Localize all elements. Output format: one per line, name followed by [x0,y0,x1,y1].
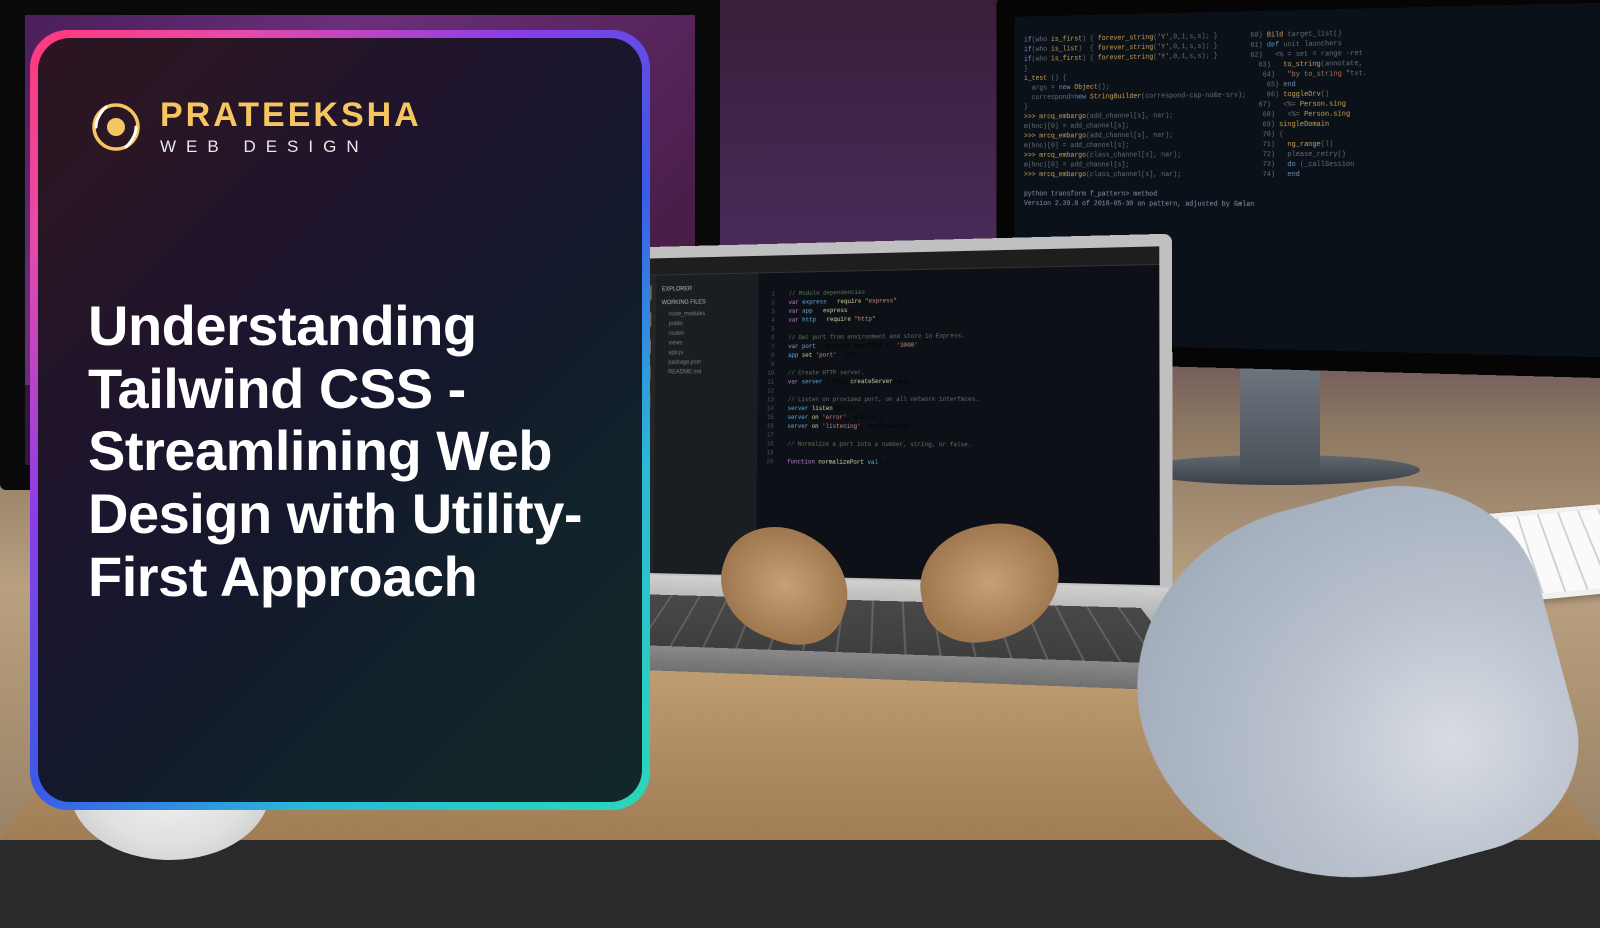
brand-tagline: WEB DESIGN [160,138,422,155]
laptop-screen: EXPLORER WORKING FILES node_modules publ… [618,234,1173,599]
file-item: package.json [661,357,752,367]
file-item: README.md [661,367,752,377]
headline: Understanding Tailwind CSS - Streamlinin… [88,295,592,609]
title-card-inner: PRATEEKSHA WEB DESIGN Understanding Tail… [38,38,642,802]
brand-logo: PRATEEKSHA WEB DESIGN [88,98,592,155]
logo-mark-icon [88,99,144,155]
ide-explorer: EXPLORER WORKING FILES node_modules publ… [653,273,759,575]
laptop: EXPLORER WORKING FILES node_modules publ… [618,234,1173,599]
brand-name: PRATEEKSHA [160,98,422,132]
explorer-header: EXPLORER [662,283,753,294]
monitor-right-stand [1240,355,1320,475]
explorer-section: WORKING FILES [662,297,753,308]
title-card: PRATEEKSHA WEB DESIGN Understanding Tail… [30,30,650,810]
